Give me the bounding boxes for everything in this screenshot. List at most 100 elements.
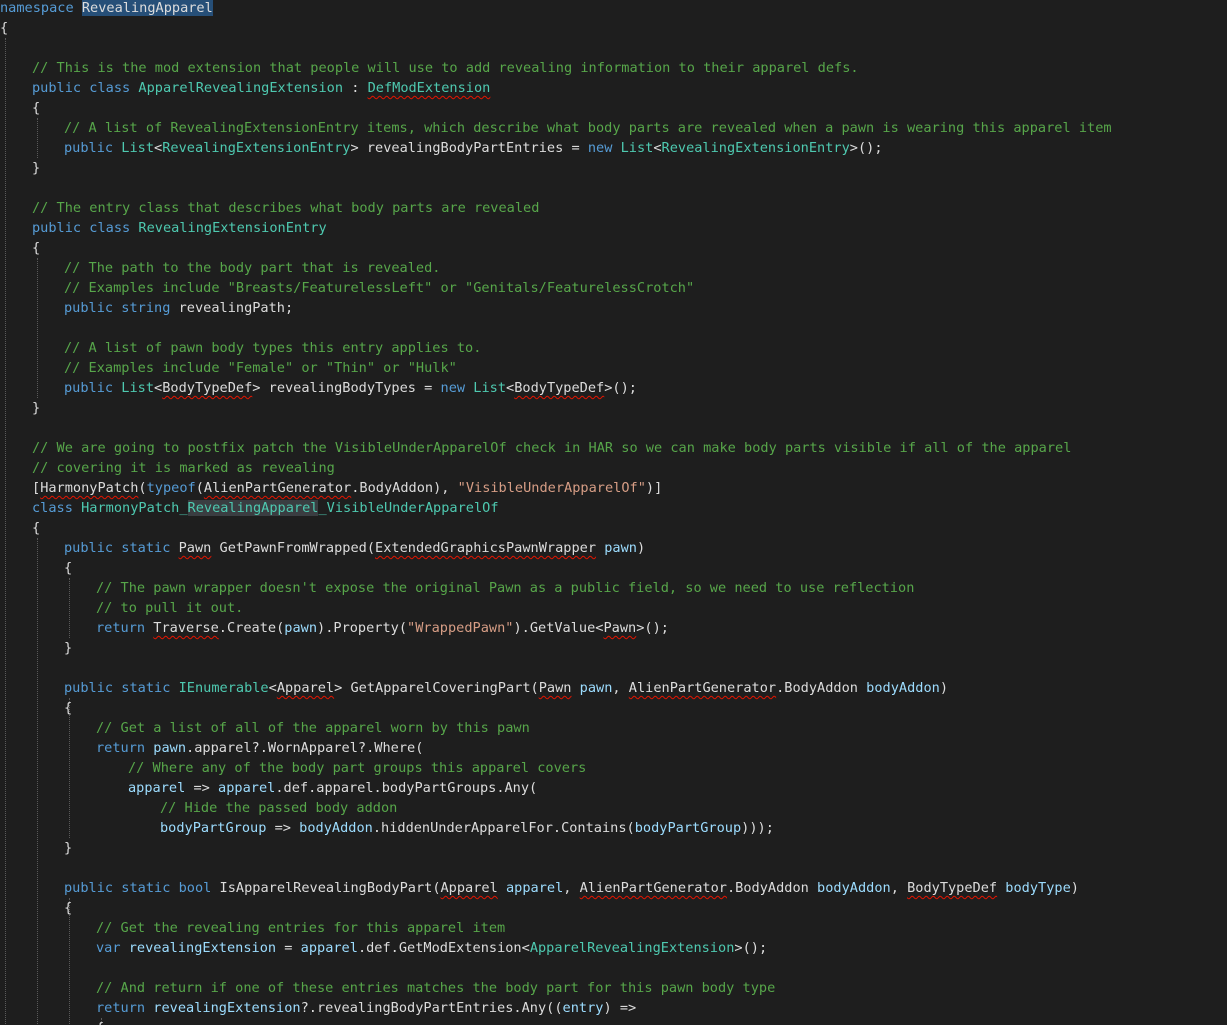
code-line[interactable]: } xyxy=(64,838,72,858)
code-token: // Hide the passed body addon xyxy=(160,800,398,816)
code-token: RevealingApparel xyxy=(187,500,319,516)
code-line[interactable]: { xyxy=(64,898,72,918)
code-line[interactable]: // Hide the passed body addon xyxy=(160,798,397,818)
code-line[interactable]: apparel => apparel.def.apparel.bodyPartG… xyxy=(128,778,537,798)
code-line[interactable]: class HarmonyPatch_RevealingApparel_Visi… xyxy=(32,498,499,518)
code-token: bodyAddon xyxy=(817,880,891,896)
code-token: // We are going to postfix patch the Vis… xyxy=(32,440,1072,456)
code-line[interactable]: return revealingExtension?.revealingBody… xyxy=(96,998,636,1018)
code-token: Apparel xyxy=(440,880,498,896)
code-token: public xyxy=(32,80,82,96)
code-line[interactable]: public string revealingPath; xyxy=(64,298,293,318)
code-line[interactable]: { xyxy=(32,98,40,118)
code-token: .apparel?.WornApparel?.Where( xyxy=(186,740,424,756)
code-line[interactable]: } xyxy=(32,398,40,418)
code-line[interactable]: // A list of RevealingExtensionEntry ite… xyxy=(64,118,1112,138)
code-line[interactable]: // Examples include "Breasts/Featureless… xyxy=(64,278,694,298)
code-token: >(); xyxy=(849,140,883,156)
code-token: } xyxy=(32,400,41,416)
code-token: public xyxy=(64,300,114,316)
code-token: return xyxy=(96,620,146,636)
code-token: RevealingExtensionEntry xyxy=(138,220,327,236)
code-line[interactable]: // A list of pawn body types this entry … xyxy=(64,338,481,358)
code-line[interactable]: } xyxy=(32,158,40,178)
code-line[interactable]: { xyxy=(96,1018,104,1025)
code-token: HarmonyPatch xyxy=(40,480,139,496)
code-line[interactable]: { xyxy=(32,518,40,538)
code-token: Pawn xyxy=(603,620,637,636)
code-token: IsApparelRevealingBodyPart( xyxy=(211,880,441,896)
code-token: IEnumerable xyxy=(178,680,269,696)
code-token: ) xyxy=(939,680,949,696)
code-token: List xyxy=(473,380,507,396)
code-line[interactable]: // to pull it out. xyxy=(96,598,243,618)
code-line[interactable]: { xyxy=(64,698,72,718)
code-line[interactable]: // Get a list of all of the apparel worn… xyxy=(96,718,530,738)
code-line[interactable]: public static Pawn GetPawnFromWrapped(Ex… xyxy=(64,538,645,558)
code-editor[interactable]: namespace RevealingApparel {// This is th… xyxy=(0,0,1227,1025)
indent-guide xyxy=(69,578,70,638)
code-line[interactable]: public class ApparelRevealingExtension :… xyxy=(32,78,490,98)
code-line[interactable]: { xyxy=(64,558,72,578)
code-token: Apparel xyxy=(276,680,335,696)
code-token: { xyxy=(32,520,41,536)
code-line[interactable]: // We are going to postfix patch the Vis… xyxy=(32,438,1071,458)
code-token: // to pull it out. xyxy=(96,600,244,616)
code-line[interactable]: // Where any of the body part groups thi… xyxy=(128,758,586,778)
code-line[interactable]: return Traverse.Create(pawn).Property("W… xyxy=(96,618,669,638)
code-line[interactable]: public static IEnumerable<Apparel> GetAp… xyxy=(64,678,948,698)
code-token: , xyxy=(890,880,908,896)
code-line[interactable]: public static bool IsApparelRevealingBod… xyxy=(64,878,1079,898)
code-token: class xyxy=(89,80,131,96)
code-token: AlienPartGenerator xyxy=(203,480,352,496)
code-line[interactable]: [HarmonyPatch(typeof(AlienPartGenerator.… xyxy=(32,478,662,498)
code-token: static xyxy=(121,540,171,556)
code-token: ) xyxy=(1070,880,1079,896)
code-token: apparel xyxy=(128,780,186,796)
code-token: = xyxy=(276,940,301,956)
code-line[interactable]: // The entry class that describes what b… xyxy=(32,198,539,218)
code-token: // A list of RevealingExtensionEntry ite… xyxy=(64,120,1112,136)
code-token: List xyxy=(121,380,155,396)
code-line[interactable]: return pawn.apparel?.WornApparel?.Where( xyxy=(96,738,423,758)
code-token: revealingPath; xyxy=(170,300,294,316)
code-line[interactable]: // covering it is marked as revealing xyxy=(32,458,335,478)
code-line[interactable]: namespace RevealingApparel xyxy=(0,0,213,18)
code-line[interactable]: // Examples include "Female" or "Thin" o… xyxy=(64,358,457,378)
code-line[interactable]: } xyxy=(64,638,72,658)
code-token: RevealingApparel xyxy=(81,0,213,16)
code-line[interactable]: bodyPartGroup => bodyAddon.hiddenUnderAp… xyxy=(160,818,774,838)
code-token: >(); xyxy=(604,380,637,396)
code-line[interactable]: // The path to the body part that is rev… xyxy=(64,258,440,278)
code-token: bodyAddon xyxy=(866,680,940,696)
code-token: } xyxy=(32,160,41,176)
code-line[interactable]: // Get the revealing entries for this ap… xyxy=(96,918,505,938)
code-line[interactable]: { xyxy=(32,238,40,258)
code-token: > revealingBodyPartEntries = xyxy=(350,140,588,156)
code-token: { xyxy=(32,100,41,116)
code-token: > GetApparelCoveringPart( xyxy=(334,680,539,696)
code-token: )] xyxy=(645,480,663,496)
code-token: ))); xyxy=(741,820,774,836)
code-line[interactable]: // And return if one of these entries ma… xyxy=(96,978,775,998)
code-token: Pawn xyxy=(178,540,212,556)
code-line[interactable]: // This is the mod extension that people… xyxy=(32,58,859,78)
code-token: static xyxy=(121,680,171,696)
code-line[interactable]: var revealingExtension = apparel.def.Get… xyxy=(96,938,767,958)
code-line[interactable]: public List<BodyTypeDef> revealingBodyTy… xyxy=(64,378,637,398)
code-line[interactable]: { xyxy=(0,18,8,38)
code-token: } xyxy=(64,640,73,656)
code-token: new xyxy=(587,140,613,156)
code-line[interactable]: // The pawn wrapper doesn't expose the o… xyxy=(96,578,914,598)
code-token: apparel xyxy=(300,940,358,956)
code-line[interactable]: public List<RevealingExtensionEntry> rev… xyxy=(64,138,883,158)
code-line[interactable]: public class RevealingExtensionEntry xyxy=(32,218,327,238)
code-token: AlienPartGenerator xyxy=(628,680,777,696)
code-token: > revealingBodyTypes = xyxy=(252,380,441,396)
code-token: Pawn xyxy=(538,680,572,696)
code-token: Traverse xyxy=(153,620,219,636)
code-token: new xyxy=(440,380,466,396)
